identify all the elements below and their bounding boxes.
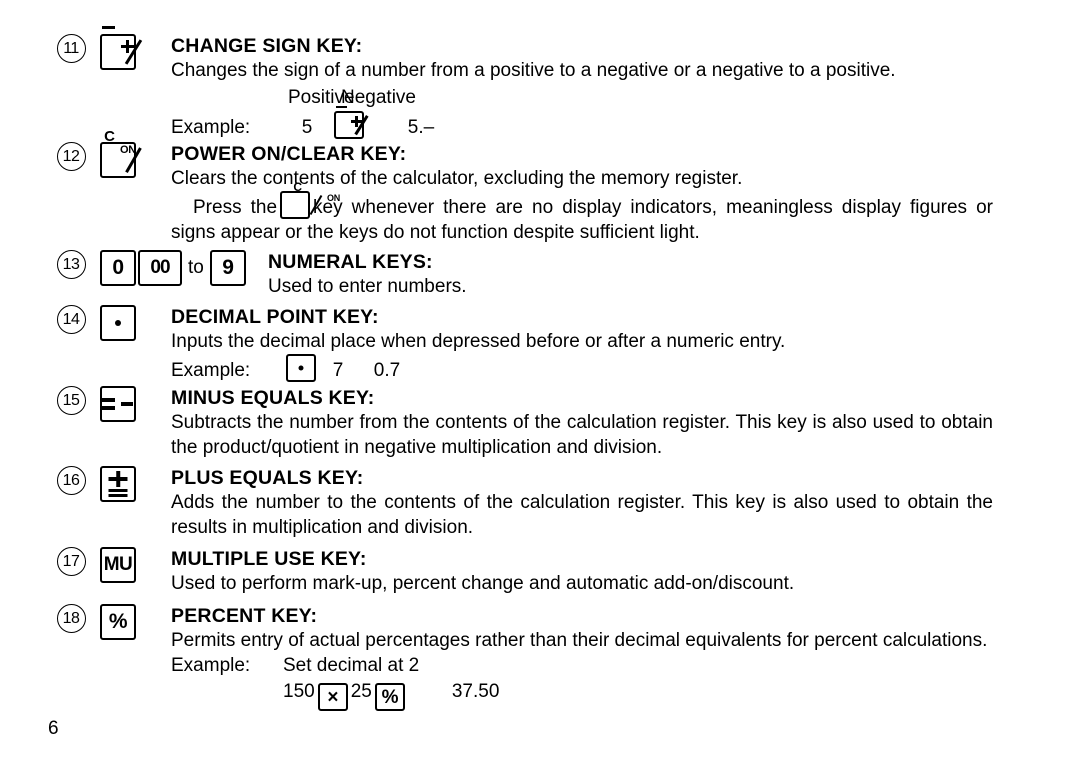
entry-body-numeral-keys: NUMERAL KEYS: Used to enter numbers.: [268, 250, 993, 299]
entry-body-decimal-point: DECIMAL POINT KEY: Inputs the decimal pl…: [171, 305, 993, 384]
entry-description: Subtracts the number from the contents o…: [171, 412, 993, 458]
entry-body-power-on-clear: POWER ON/CLEAR KEY: Clears the contents …: [171, 142, 993, 245]
circled-number: 17: [56, 547, 86, 576]
entry-index-13: 13: [48, 250, 94, 279]
example-row-percent-line1: Example: Set decimal at 2: [171, 653, 993, 679]
manual-page: 11 CHANGE SIGN KEY: Changes the sign of …: [0, 0, 1080, 766]
entry-body-percent: PERCENT KEY: Permits entry of actual per…: [171, 604, 993, 711]
power-on-clear-key-icon: ON C: [100, 129, 142, 178]
entry-index-11: 11: [48, 34, 94, 63]
entry-index-15: 15: [48, 386, 94, 415]
entry-heading: POWER ON/CLEAR KEY:: [171, 143, 407, 165]
percent-key-icon: %: [100, 604, 136, 640]
circled-number: 13: [56, 250, 86, 279]
entry-heading: MULTIPLE USE KEY:: [171, 548, 367, 570]
circled-number: 11: [56, 34, 86, 63]
entry-body-minus-equals: MINUS EQUALS KEY: Subtracts the number f…: [171, 386, 993, 460]
example-value-2: 5.–: [407, 117, 435, 138]
key-glyph-power-on-clear: ON C: [100, 129, 168, 178]
percent-key-icon: %: [374, 683, 405, 711]
key-glyph-percent: %: [100, 604, 168, 640]
entry-description: Used to enter numbers.: [268, 276, 467, 297]
entry-index-16: 16: [48, 466, 94, 495]
circled-number: 18: [56, 604, 86, 633]
entry-index-18: 18: [48, 604, 94, 633]
entry-heading: PLUS EQUALS KEY:: [171, 467, 364, 489]
key-glyph-change-sign: [100, 26, 168, 70]
multiple-use-key-label: MU: [103, 554, 133, 575]
entry-description: Adds the number to the contents of the c…: [171, 492, 993, 538]
plus-minus-key-icon: [334, 105, 369, 139]
entry-description-2: Press the ON Ckey whenever there are no di…: [171, 181, 993, 245]
entry-index-12: 12: [48, 142, 94, 171]
entry-index-17: 17: [48, 547, 94, 576]
example-value-2: 0.7: [373, 360, 401, 381]
example-row-decimal-point: Example: 7 0.7: [171, 354, 993, 384]
numeral-key-0-icon: 0: [100, 250, 136, 286]
numeral-key-0-label: 0: [112, 256, 124, 279]
power-on-clear-key-icon: ON C: [280, 181, 340, 219]
example-label: Example:: [171, 360, 251, 381]
decimal-point-key-icon: [286, 354, 316, 382]
decimal-point-key-icon: [100, 305, 136, 341]
entry-description: Used to perform mark-up, percent change …: [171, 573, 795, 594]
circled-number: 16: [56, 466, 86, 495]
example-value-1: 150: [283, 681, 315, 702]
multiply-key-label: ×: [327, 687, 338, 708]
example-label: Example:: [171, 117, 251, 138]
multiply-key-icon: ×: [317, 683, 348, 711]
example-set-decimal: Set decimal at 2: [283, 655, 420, 676]
circled-number: 14: [56, 305, 86, 334]
page-number: 6: [48, 718, 59, 739]
entry-heading: CHANGE SIGN KEY:: [171, 35, 363, 57]
circled-number: 12: [56, 142, 86, 171]
example-value-1: 7: [332, 360, 344, 381]
key-glyph-multiple-use: MU: [100, 547, 168, 583]
entry-body-change-sign: CHANGE SIGN KEY: Changes the sign of a n…: [171, 34, 993, 141]
entry-heading: MINUS EQUALS KEY:: [171, 387, 375, 409]
entry-description: Permits entry of actual percentages rath…: [171, 630, 988, 651]
label-positive: Positive: [288, 87, 355, 108]
entry-description: Changes the sign of a number from a posi…: [171, 60, 896, 81]
key-glyph-plus-equals: [100, 466, 168, 502]
entry-heading: PERCENT KEY:: [171, 605, 318, 627]
example-row-change-sign: Example: 5 5.–: [171, 105, 993, 141]
key-glyph-decimal-point: [100, 305, 168, 341]
entry-body-plus-equals: PLUS EQUALS KEY: Adds the number to the …: [171, 466, 993, 540]
description-prefix: Press the: [193, 197, 278, 218]
example-column-labels: PositiveNegative: [171, 85, 993, 111]
example-result: 37.50: [451, 681, 500, 702]
plus-minus-key-icon: [100, 26, 143, 70]
key-glyph-minus-equals: [100, 386, 168, 422]
percent-key-label: %: [108, 610, 128, 633]
example-label: Example:: [171, 655, 251, 676]
label-negative: Negative: [341, 87, 416, 108]
entry-index-14: 14: [48, 305, 94, 334]
example-row-percent-line2: 150 × 25% 37.50: [171, 679, 993, 711]
plus-equals-key-icon: [100, 466, 136, 502]
entry-heading: NUMERAL KEYS:: [268, 251, 433, 273]
multiple-use-key-icon: MU: [100, 547, 136, 583]
example-value-1: 5: [301, 117, 313, 138]
minus-equals-key-icon: [100, 386, 136, 422]
entry-description: Inputs the decimal place when depressed …: [171, 331, 786, 352]
entry-heading: DECIMAL POINT KEY:: [171, 306, 379, 328]
circled-number: 15: [56, 386, 86, 415]
entry-body-multiple-use: MULTIPLE USE KEY: Used to perform mark-u…: [171, 547, 993, 596]
percent-key-label: %: [381, 687, 399, 708]
example-value-2: 25: [350, 681, 372, 702]
